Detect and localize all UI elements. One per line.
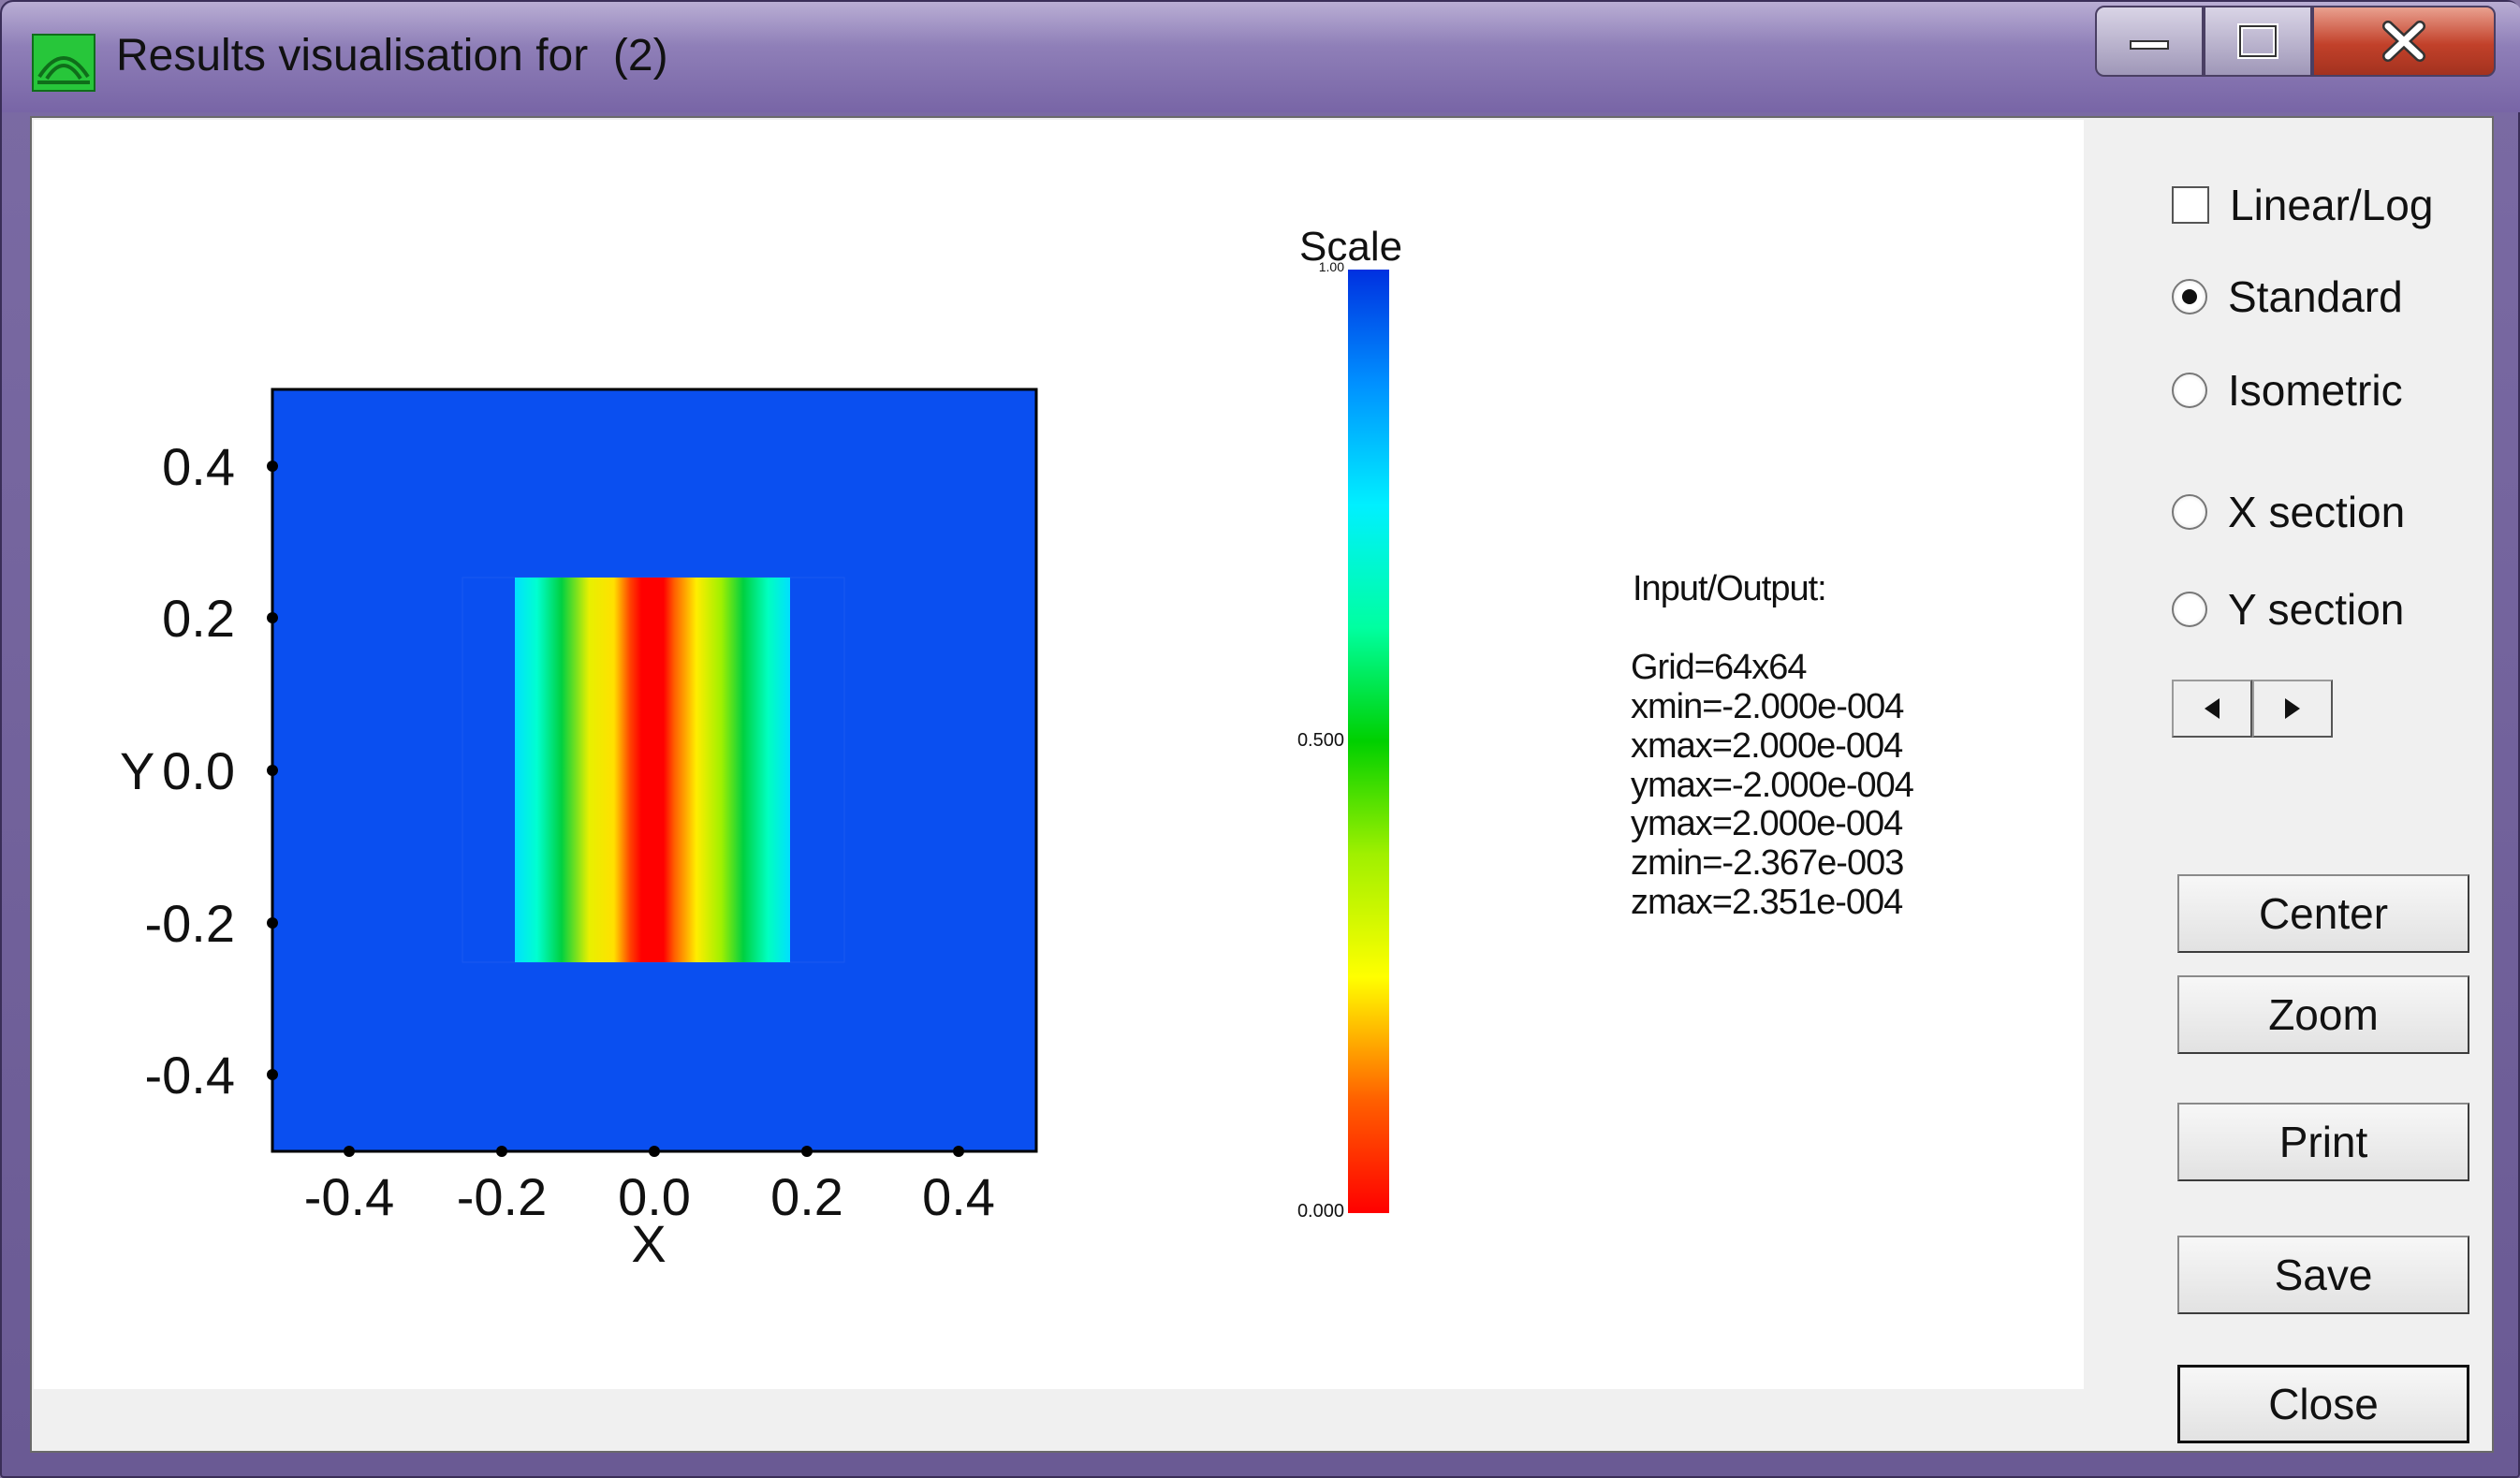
color-scale-mid-label: 0.500 — [1297, 730, 1344, 751]
checkbox-box[interactable] — [2172, 186, 2209, 224]
y-section-label: Y section — [2228, 585, 2405, 634]
io-line: zmax=2.351e-004 — [1631, 883, 1903, 922]
io-line: ymax=2.000e-004 — [1631, 804, 1903, 843]
app-icon — [32, 34, 95, 92]
zoom-button[interactable]: Zoom — [2177, 975, 2469, 1054]
io-line: xmin=-2.000e-004 — [1631, 687, 1904, 726]
radio-icon[interactable] — [2172, 373, 2207, 408]
color-scale-top-label: 1.00 — [1319, 259, 1344, 274]
linear-log-checkbox[interactable]: Linear/Log — [2172, 180, 2433, 230]
arrow-right-icon — [2285, 698, 2300, 719]
radio-icon[interactable] — [2172, 592, 2207, 627]
linear-log-label: Linear/Log — [2230, 181, 2434, 229]
io-line: zmin=-2.367e-003 — [1631, 843, 1904, 883]
previous-section-button[interactable] — [2172, 680, 2252, 738]
io-line: xmax=2.000e-004 — [1631, 726, 1903, 766]
maximize-button[interactable] — [2204, 6, 2312, 77]
color-scale-title: Scale — [1299, 224, 1402, 270]
plot-panel: 0.4 0.2 Y 0.0 -0.2 -0.4 -0.4 -0.2 0.0 0.… — [34, 120, 2084, 1389]
standard-label: Standard — [2228, 272, 2403, 321]
save-button[interactable]: Save — [2177, 1236, 2469, 1314]
title-bar[interactable]: Results visualisation for (2) — [2, 2, 2520, 112]
maximize-icon — [2237, 23, 2278, 59]
y-section-radio[interactable]: Y section — [2172, 584, 2404, 635]
io-heading: Input/Output: — [1633, 569, 1827, 608]
window-title: Results visualisation for (2) — [116, 31, 668, 80]
client-area: 0.4 0.2 Y 0.0 -0.2 -0.4 -0.4 -0.2 0.0 0.… — [30, 116, 2494, 1453]
arrow-left-icon — [2205, 698, 2220, 719]
x-section-radio[interactable]: X section — [2172, 487, 2405, 537]
color-scale-bar — [1348, 270, 1389, 1213]
minimize-button[interactable] — [2095, 6, 2204, 77]
close-icon — [2382, 21, 2425, 62]
next-section-button[interactable] — [2252, 680, 2333, 738]
io-line: Grid=64x64 — [1631, 648, 1808, 687]
x-section-label: X section — [2228, 488, 2406, 536]
print-button[interactable]: Print — [2177, 1103, 2469, 1181]
minimize-icon — [2130, 40, 2169, 50]
isometric-radio[interactable]: Isometric — [2172, 365, 2403, 416]
standard-radio[interactable]: Standard — [2172, 271, 2403, 322]
isometric-label: Isometric — [2228, 366, 2403, 415]
window-close-button[interactable] — [2312, 6, 2496, 77]
close-button[interactable]: Close — [2177, 1365, 2469, 1443]
color-scale-bottom-label: 0.000 — [1297, 1201, 1344, 1222]
io-line: ymax=-2.000e-004 — [1631, 766, 1914, 805]
center-button[interactable]: Center — [2177, 874, 2469, 953]
results-window: Results visualisation for (2) 0.4 0.2 Y … — [0, 0, 2520, 1478]
radio-icon[interactable] — [2172, 494, 2207, 530]
radio-selected-icon[interactable] — [2172, 279, 2207, 315]
